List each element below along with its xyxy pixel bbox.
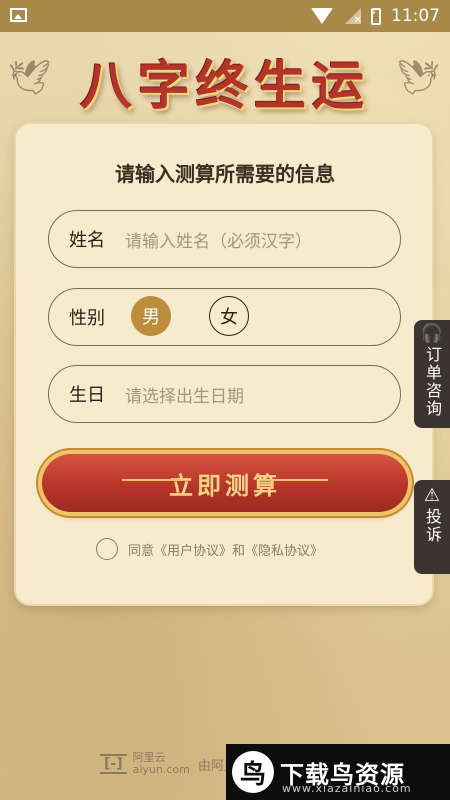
order-consult-label: 订单咨询 [423,346,442,418]
wifi-icon [311,8,333,24]
no-signal-icon [343,8,362,26]
aliyun-brand: 阿里云 aiyun.com [133,752,190,776]
birthday-label: 生日 [69,385,105,406]
agreement-checkbox[interactable] [96,538,118,560]
gender-female-option[interactable]: 女 [209,296,249,336]
name-label: 姓名 [69,230,105,251]
status-time: 11:07 [391,6,440,26]
submit-button[interactable]: 立即测算 [42,454,408,512]
name-field[interactable]: 姓名 请输入姓名（必须汉字） [48,210,401,268]
status-bar: 11:07 [0,0,450,32]
watermark: 鸟 下载鸟资源 www.xiazainiao.com [226,744,450,800]
app-title: 八字终生运 [79,56,370,117]
complain-label: 投诉 [423,508,442,544]
battery-charging-icon [370,7,381,25]
gender-male-option[interactable]: 男 [131,296,171,336]
aliyun-logo-icon: [-] [100,754,127,774]
gender-field: 性别 男 女 [48,288,401,346]
watermark-url: www.xiazainiao.com [282,782,412,795]
name-input[interactable]: 请输入姓名（必须汉字） [125,227,312,252]
bird-logo-icon: 鸟 [232,751,274,793]
agreement-text[interactable]: 同意《用户协议》和《隐私协议》 [128,540,323,559]
complain-tab[interactable]: ⚠ 投诉 [414,480,450,574]
warning-icon: ⚠ [423,485,441,506]
agreement-row[interactable]: 同意《用户协议》和《隐私协议》 [96,538,323,560]
image-icon [10,8,27,22]
form-card [16,124,432,604]
status-right: 11:07 [311,0,440,32]
aliyun-brand-url: aiyun.com [132,763,190,776]
order-consult-tab[interactable]: 🎧 订单咨询 [414,320,450,428]
submit-label: 立即测算 [169,470,281,500]
footer: [-] 阿里云 aiyun.com 由阿里 [100,752,237,776]
gender-label: 性别 [69,308,105,329]
birthday-field[interactable]: 生日 请选择出生日期 [48,365,401,423]
form-heading: 请输入测算所需要的信息 [115,162,335,186]
cloud-decoration [122,479,182,481]
headset-icon: 🎧 [420,323,444,344]
cloud-decoration [268,479,328,481]
birthday-picker[interactable]: 请选择出生日期 [125,382,244,407]
